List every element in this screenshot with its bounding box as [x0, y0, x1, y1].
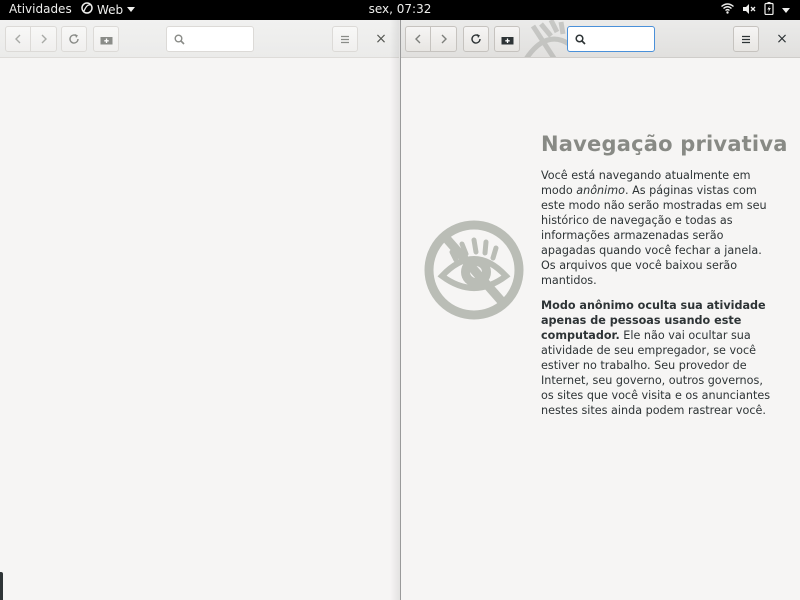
new-tab-button[interactable] — [494, 26, 520, 52]
reload-icon — [471, 34, 481, 44]
reload-button[interactable] — [61, 26, 87, 52]
url-entry[interactable] — [567, 26, 655, 52]
page-title: Navegação privativa — [541, 132, 788, 156]
volume-muted-icon — [742, 3, 756, 18]
chevron-right-icon — [441, 34, 447, 44]
private-warning-paragraph: Modo anônimo oculta sua atividade apenas… — [541, 299, 771, 417]
chevron-left-icon — [15, 34, 21, 44]
search-icon — [575, 33, 586, 45]
web-app-icon — [81, 2, 93, 17]
private-browsing-icon — [424, 220, 524, 324]
back-button[interactable] — [5, 26, 31, 52]
forward-button[interactable] — [31, 26, 57, 52]
nav-buttons — [405, 26, 457, 52]
new-tab-icon — [100, 36, 112, 44]
hamburger-icon — [341, 35, 349, 43]
browser-window-left: × — [0, 20, 399, 600]
reload-button[interactable] — [463, 26, 489, 52]
header-bar: × — [0, 20, 399, 58]
clock[interactable]: sex, 07:32 — [369, 2, 432, 16]
header-bar-private: × — [401, 20, 800, 58]
close-icon: × — [776, 31, 788, 47]
incognito-eye-decoration-icon — [524, 20, 571, 57]
system-menu-caret-icon — [782, 7, 790, 13]
search-icon — [174, 34, 185, 45]
private-info-paragraph: Você está navegando atualmente em modo a… — [541, 169, 767, 287]
activities-button[interactable]: Atividades — [9, 2, 72, 16]
chevron-left-icon — [415, 34, 421, 44]
close-icon: × — [375, 31, 387, 47]
url-input[interactable] — [189, 33, 249, 45]
battery-charging-icon — [764, 2, 774, 18]
close-button[interactable]: × — [769, 26, 795, 52]
hamburger-icon — [742, 35, 750, 43]
chevron-right-icon — [41, 34, 47, 44]
url-input[interactable] — [590, 33, 650, 45]
url-entry[interactable] — [166, 26, 254, 52]
app-menu-label: Web — [97, 2, 124, 17]
chevron-down-icon — [127, 7, 136, 12]
nav-buttons — [5, 26, 57, 52]
browser-window-private: × Navegação privativa Você está navegand… — [400, 20, 800, 600]
top-bar: Atividades Web sex, 07:32 — [0, 0, 800, 20]
menu-button[interactable] — [733, 26, 759, 52]
menu-button[interactable] — [332, 26, 358, 52]
window-corner-edge — [0, 572, 3, 600]
forward-button[interactable] — [431, 26, 457, 52]
wifi-icon — [721, 3, 734, 17]
system-tray[interactable] — [721, 2, 790, 18]
new-tab-button[interactable] — [93, 26, 119, 52]
new-tab-icon — [501, 36, 513, 44]
window-divider — [390, 20, 400, 600]
reload-icon — [69, 34, 79, 44]
private-browsing-message: Navegação privativa Você está navegando … — [541, 132, 788, 428]
app-menu[interactable]: Web — [81, 2, 136, 17]
back-button[interactable] — [405, 26, 431, 52]
